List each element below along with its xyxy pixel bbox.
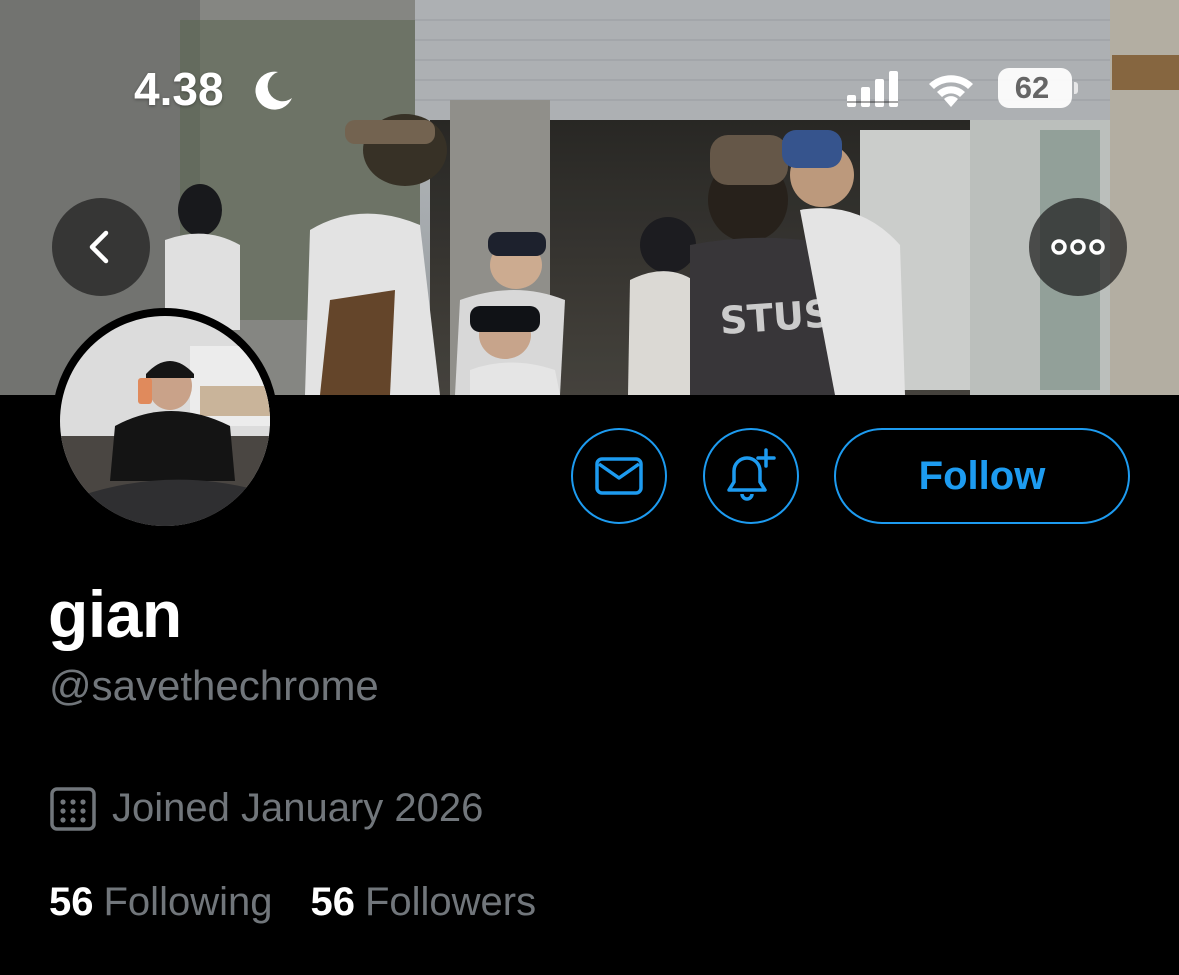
followers-count: 56: [310, 880, 355, 924]
followers-link[interactable]: 56 Followers: [310, 880, 536, 925]
battery-icon: 62: [998, 68, 1078, 108]
follow-button[interactable]: Follow: [834, 428, 1130, 524]
more-options-button[interactable]: [1029, 198, 1127, 296]
followers-label: Followers: [364, 880, 537, 924]
profile-stats: 56 Following 56 Followers: [49, 880, 574, 925]
wifi-icon: [929, 75, 973, 107]
display-name: gian: [48, 577, 182, 651]
signal-icon: [847, 71, 898, 107]
calendar-icon: [50, 787, 96, 831]
following-link[interactable]: 56 Following: [49, 880, 272, 925]
status-bar-time: 4.38: [134, 63, 224, 115]
envelope-icon: [595, 457, 643, 495]
joined-date: Joined January 2026: [112, 786, 484, 830]
message-button[interactable]: [571, 428, 667, 524]
more-options-icon: [1051, 239, 1105, 255]
bell-plus-icon: [727, 448, 776, 501]
following-count: 56: [49, 880, 94, 924]
back-arrow-icon: [89, 230, 109, 264]
following-label: Following: [103, 880, 273, 924]
notify-button[interactable]: [703, 428, 799, 524]
moon-icon: [255, 71, 292, 110]
profile-avatar[interactable]: [52, 308, 278, 534]
back-button[interactable]: [52, 198, 150, 296]
username-handle: @savethechrome: [49, 662, 379, 709]
